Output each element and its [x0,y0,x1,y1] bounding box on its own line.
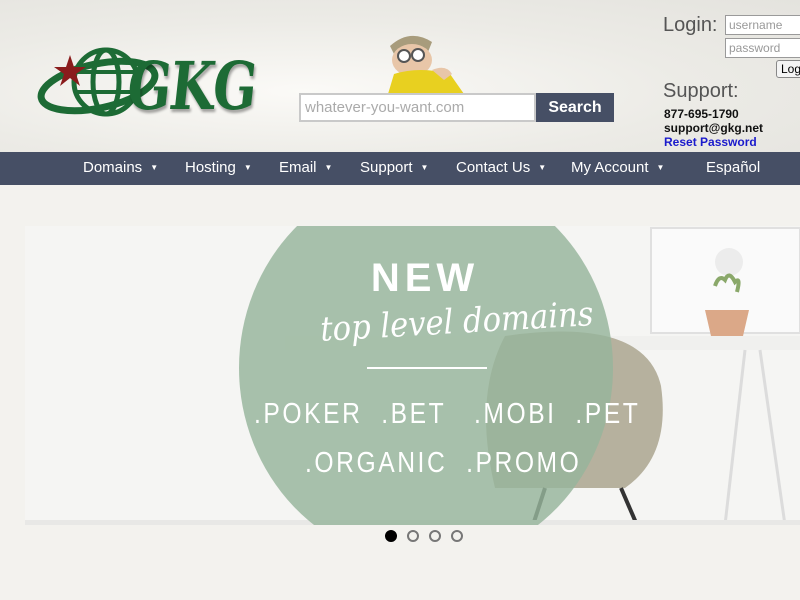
nav-item-label: Hosting [185,159,236,176]
banner-headline: NEW [370,256,480,300]
caret-down-icon: ▼ [150,163,159,173]
nav-item-my-account[interactable]: My Account ▼ [571,152,664,185]
nav-item-label: My Account [571,159,649,176]
nav-item-label: Email [279,159,317,176]
nav-item-contact-us[interactable]: Contact Us ▼ [456,152,546,185]
login-label: Login: [663,14,718,36]
logo-wordmark: GKG [123,47,260,125]
nav-item-label: Contact Us [456,159,531,176]
nav-item-support[interactable]: Support ▼ [360,152,428,185]
support-label: Support: [663,80,739,102]
caret-down-icon: ▼ [243,163,252,173]
carousel-dot-1[interactable] [385,530,397,542]
login-button[interactable]: Log [776,60,800,78]
nav-item-espanol[interactable]: Español [706,152,760,185]
nav-item-label: Español [706,159,761,176]
nav-item-label: Support [360,159,413,176]
domain-search-input[interactable] [299,93,536,122]
banner-divider [367,367,487,369]
carousel-dot-2[interactable] [407,530,419,542]
caret-down-icon: ▼ [420,163,429,173]
carousel-dot-3[interactable] [429,530,441,542]
kid-mascot-icon [388,35,464,94]
caret-down-icon: ▼ [324,163,333,173]
nav-item-hosting[interactable]: Hosting ▼ [185,152,252,185]
nav-item-email[interactable]: Email ▼ [279,152,332,185]
site-header: GKG Search Login: Log Support: 877-695-1… [0,0,800,152]
search-form: Search [299,93,615,122]
carousel-dot-4[interactable] [451,530,463,542]
username-field[interactable] [725,15,800,35]
support-email: support@gkg.net [664,121,764,135]
tld-list-row-1: .POKER .BET .MOBI .PET [254,398,641,430]
main-nav: Domains ▼ Hosting ▼ Email ▼ Support ▼ Contac… [0,152,800,185]
nav-item-domains[interactable]: Domains ▼ [83,152,158,185]
caret-down-icon: ▼ [538,163,547,173]
password-field[interactable] [725,38,800,58]
search-button[interactable]: Search [536,93,614,122]
caret-down-icon: ▼ [656,163,665,173]
hero-banner[interactable]: NEW top level domains .POKER .BET .MOBI … [25,226,800,525]
support-phone: 877-695-1790 [664,107,739,121]
tld-list-row-2: .ORGANIC .PROMO [305,447,582,479]
nav-item-label: Domains [83,159,143,176]
reset-password-link[interactable]: Reset Password [664,135,757,149]
